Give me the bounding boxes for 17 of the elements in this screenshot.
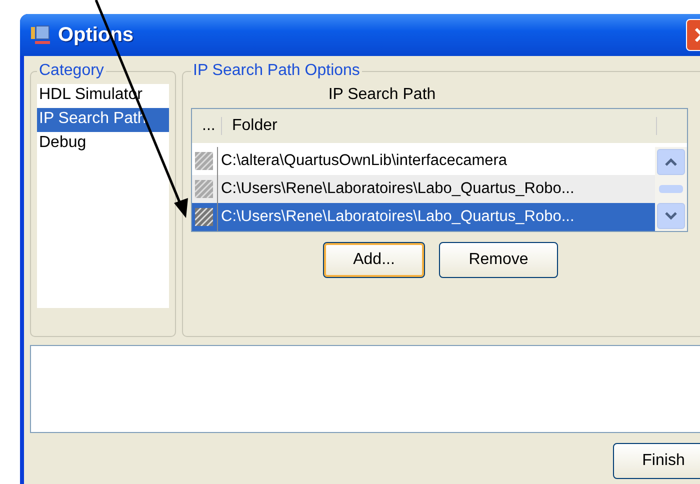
- table-row[interactable]: C:\Users\Rene\Laboratoires\Labo_Quartus_Robo...: [192, 175, 655, 203]
- scrollbar-thumb[interactable]: [659, 185, 683, 193]
- table-title: IP Search Path: [327, 85, 437, 105]
- category-item[interactable]: Debug: [37, 132, 169, 156]
- group-title: Category: [38, 62, 105, 80]
- group-title: IP Search Path Options: [192, 62, 361, 80]
- column-header[interactable]: ...: [192, 117, 222, 135]
- hatched-square-icon: [195, 208, 213, 226]
- remove-button[interactable]: Remove: [439, 242, 558, 278]
- hatched-square-icon: [195, 152, 213, 170]
- hatched-square-icon: [195, 180, 213, 198]
- column-header[interactable]: Folder: [222, 117, 657, 135]
- scrollbar[interactable]: [655, 147, 687, 231]
- add-button[interactable]: Add...: [323, 242, 425, 278]
- table-row[interactable]: C:\Users\Rene\Laboratoires\Labo_Quartus_Robo...: [192, 203, 655, 231]
- monitor-icon: [30, 24, 52, 46]
- finish-button[interactable]: Finish: [613, 443, 700, 479]
